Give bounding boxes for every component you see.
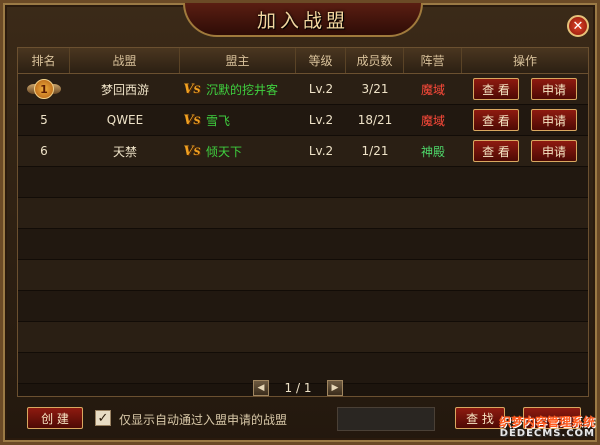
members-cell: 1/21	[361, 144, 389, 158]
watermark-line1: 织梦内容管理系统	[498, 415, 595, 429]
camp-cell: 魔域	[420, 113, 445, 128]
members-cell: 3/21	[361, 82, 389, 96]
table-row: 1 梦回西游 VS 沉默的挖井客 Lv.2 3/21 魔域 查 看 申请	[18, 74, 588, 105]
members-cell: 18/21	[357, 113, 393, 127]
apply-button[interactable]: 申请	[531, 109, 577, 131]
close-icon: ✕	[572, 18, 584, 34]
header-camp: 阵营	[404, 48, 462, 73]
empty-row	[18, 260, 588, 291]
prev-page-button[interactable]: ◀	[253, 380, 269, 396]
create-button[interactable]: 创 建	[27, 407, 83, 429]
header-members: 成员数	[346, 48, 404, 73]
empty-row	[18, 291, 588, 322]
watermark: 织梦内容管理系统 DEDECMS.COM	[499, 416, 595, 440]
empty-row	[18, 322, 588, 353]
actions-cell: 查 看 申请	[462, 74, 588, 104]
page-indicator: 1 / 1	[284, 381, 312, 395]
view-button[interactable]: 查 看	[473, 140, 519, 162]
close-button[interactable]: ✕	[567, 15, 589, 37]
empty-row	[18, 229, 588, 260]
search-button[interactable]: 查 找	[455, 407, 505, 429]
header-actions: 操作	[512, 54, 537, 68]
leader-cell: VS 倾天下	[180, 136, 296, 166]
actions-cell: 查 看 申请	[462, 105, 588, 135]
next-page-button[interactable]: ▶	[326, 380, 343, 396]
medal-icon: 1	[27, 78, 61, 100]
empty-row	[18, 198, 588, 229]
rank-number: 1	[34, 79, 54, 99]
actions-cell: 查 看 申请	[462, 136, 588, 166]
alliance-name: 天禁	[112, 144, 137, 159]
title-bar: 加入战盟	[183, 3, 423, 37]
leader-cell: VS 沉默的挖井客	[180, 74, 296, 104]
leader-name: 沉默的挖井客	[206, 82, 279, 97]
alliance-name: QWEE	[106, 113, 144, 127]
vs-icon: VS	[183, 81, 201, 97]
alliance-table: 排名 战盟 盟主 等级 成员数 阵营 操作 1 梦回西游 VS 沉默的挖井客 L…	[17, 47, 589, 397]
leader-cell: VS 雪飞	[180, 105, 296, 135]
vs-icon: VS	[183, 112, 201, 128]
table-header: 排名 战盟 盟主 等级 成员数 阵营 操作	[18, 48, 588, 74]
empty-row	[18, 167, 588, 198]
rank-cell: 5	[40, 113, 48, 127]
search-input[interactable]	[337, 407, 435, 431]
apply-button[interactable]: 申请	[531, 78, 577, 100]
rank-cell: 6	[40, 144, 48, 158]
join-alliance-dialog: 加入战盟 ✕ 排名 战盟 盟主 等级 成员数 阵营 操作 1 梦回西游 VS 沉…	[0, 0, 600, 445]
alliance-name: 梦回西游	[100, 82, 149, 97]
table-row: 6 天禁 VS 倾天下 Lv.2 1/21 神殿 查 看 申请	[18, 136, 588, 167]
apply-button[interactable]: 申请	[531, 140, 577, 162]
vs-icon: VS	[183, 143, 201, 159]
level-cell: Lv.2	[308, 144, 334, 158]
level-cell: Lv.2	[308, 82, 334, 96]
leader-name: 倾天下	[206, 144, 243, 159]
header-level: 等级	[296, 48, 346, 73]
camp-cell: 神殿	[420, 144, 445, 159]
camp-cell: 魔域	[420, 82, 445, 97]
auto-approve-checkbox[interactable]: ✓	[95, 410, 111, 426]
level-cell: Lv.2	[308, 113, 334, 127]
checkmark-icon: ✓	[97, 410, 109, 426]
header-rank: 排名	[18, 48, 70, 73]
rank-cell: 1	[18, 74, 70, 104]
triangle-right-icon: ▶	[331, 383, 339, 393]
table-body: 1 梦回西游 VS 沉默的挖井客 Lv.2 3/21 魔域 查 看 申请 5 Q…	[18, 74, 588, 384]
header-alliance: 战盟	[70, 48, 180, 73]
view-button[interactable]: 查 看	[473, 109, 519, 131]
table-row: 5 QWEE VS 雪飞 Lv.2 18/21 魔域 查 看 申请	[18, 105, 588, 136]
watermark-line2: DEDECMS.COM	[499, 428, 595, 439]
leader-name: 雪飞	[206, 113, 231, 128]
header-leader: 盟主	[180, 48, 296, 73]
triangle-left-icon: ◀	[257, 383, 265, 393]
dialog-title: 加入战盟	[256, 9, 349, 32]
view-button[interactable]: 查 看	[473, 78, 519, 100]
auto-approve-label: 仅显示自动通过入盟申请的战盟	[119, 413, 288, 427]
pagination: ◀ 1 / 1 ▶	[253, 379, 343, 397]
